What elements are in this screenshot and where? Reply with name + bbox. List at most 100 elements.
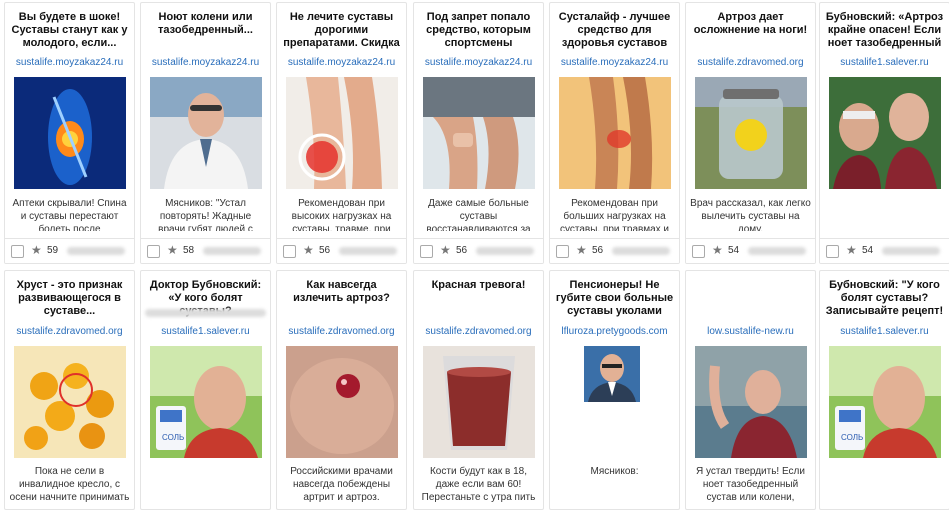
teaser-card[interactable]: Ноют колени или тазобедренный... sustali… — [140, 2, 271, 264]
teaser-card[interactable]: Сусталайф - лучшее средство для здоровья… — [549, 2, 680, 264]
teaser-card[interactable]: Вы будете в шоке! Суставы станут как у м… — [4, 2, 135, 264]
rating-value: 56 — [456, 245, 468, 256]
teaser-card[interactable]: Пенсионеры! Не губите свои больные суста… — [549, 270, 680, 510]
teaser-domain[interactable]: sustalife.moyzakaz24.ru — [143, 57, 268, 70]
select-checkbox[interactable] — [283, 245, 296, 258]
teaser-domain[interactable]: sustalife.zdravomed.org — [7, 326, 132, 339]
teaser-title[interactable]: Красная тревога! — [418, 279, 539, 319]
teaser-image[interactable] — [829, 77, 941, 189]
teaser-footer: ★ 54 — [686, 238, 815, 263]
teaser-title[interactable]: Сусталайф - лучшее средство для здоровья… — [554, 11, 675, 51]
teaser-card[interactable]: low.sustalife-new.ru Я устал твердить! Е… — [685, 270, 816, 510]
teaser-domain[interactable]: sustalife.zdravomed.org — [688, 57, 813, 70]
teaser-title[interactable]: Пенсионеры! Не губите свои больные суста… — [554, 279, 675, 319]
rating-value: 59 — [47, 245, 59, 256]
select-checkbox[interactable] — [826, 245, 839, 258]
teaser-title[interactable]: Артроз дает осложнение на ноги! — [690, 11, 811, 51]
teaser-image[interactable]: СОЛЬ — [829, 346, 941, 458]
teaser-image[interactable] — [584, 346, 640, 402]
teaser-title[interactable]: Хруст - это признак развивающегося в сус… — [9, 279, 130, 319]
star-icon: ★ — [440, 243, 451, 257]
teaser-domain[interactable]: low.sustalife-new.ru — [688, 326, 813, 339]
teaser-domain[interactable]: sustalife.moyzakaz24.ru — [552, 57, 677, 70]
teaser-image[interactable] — [695, 346, 807, 458]
teaser-title[interactable]: Под запрет попало средство, которым спор… — [418, 11, 539, 51]
teaser-description: Пока не сели в инвалидное кресло, с осен… — [9, 466, 130, 503]
teaser-domain[interactable]: sustalife.zdravomed.org — [416, 326, 541, 339]
teaser-domain[interactable]: sustalife.moyzakaz24.ru — [416, 57, 541, 70]
teaser-description: Мясников: — [590, 466, 639, 477]
blurred-text — [476, 247, 534, 255]
teaser-title[interactable] — [690, 279, 811, 319]
teaser-card[interactable]: Бубновский: «Артроз крайне опасен! Если … — [819, 2, 949, 264]
teaser-image[interactable] — [14, 77, 126, 189]
teaser-image[interactable] — [14, 346, 126, 458]
teaser-description: Врач рассказал, как легко вылечить суста… — [690, 198, 811, 231]
teaser-domain[interactable]: sustalife1.salever.ru — [822, 326, 947, 339]
teaser-card[interactable]: Артроз дает осложнение на ноги! sustalif… — [685, 2, 816, 264]
teaser-card[interactable]: Бубновский: "У кого болят суставы? Запис… — [819, 270, 949, 510]
teaser-image[interactable] — [695, 77, 807, 189]
teaser-domain[interactable]: sustalife.zdravomed.org — [279, 326, 404, 339]
select-checkbox[interactable] — [147, 245, 160, 258]
teaser-image[interactable] — [150, 77, 262, 189]
teaser-image[interactable] — [559, 77, 671, 189]
select-checkbox[interactable] — [11, 245, 24, 258]
teaser-image[interactable] — [286, 346, 398, 458]
star-icon: ★ — [576, 243, 587, 257]
blurred-text — [145, 309, 266, 317]
teaser-description: Даже самые больные суставы восстанавлива… — [426, 198, 531, 231]
teaser-title[interactable]: Бубновский: «Артроз крайне опасен! Если … — [824, 11, 945, 51]
teaser-description: Рекомендован при высоких нагрузках на су… — [291, 198, 392, 231]
teaser-description — [145, 465, 266, 509]
select-checkbox[interactable] — [692, 245, 705, 258]
teaser-title[interactable]: Не лечите суставы дорогими препаратами. … — [281, 11, 402, 51]
teaser-card[interactable]: Не лечите суставы дорогими препаратами. … — [276, 2, 407, 264]
select-checkbox[interactable] — [556, 245, 569, 258]
rating-value: 54 — [728, 245, 740, 256]
teaser-footer: ★ 56 — [277, 238, 406, 263]
rating-value: 56 — [319, 245, 331, 256]
teaser-domain[interactable]: sustalife.moyzakaz24.ru — [7, 57, 132, 70]
star-icon: ★ — [31, 243, 42, 257]
teaser-title[interactable]: Бубновский: "У кого болят суставы? Запис… — [824, 279, 945, 319]
teaser-domain[interactable]: sustalife1.salever.ru — [143, 326, 268, 339]
rating-value: 54 — [862, 245, 874, 256]
teaser-domain[interactable]: sustalife1.salever.ru — [822, 57, 947, 70]
star-icon: ★ — [712, 243, 723, 257]
teaser-image[interactable] — [423, 77, 535, 189]
teaser-footer: ★ 54 — [820, 238, 949, 263]
teaser-description: Кости будут как в 18, даже если вам 60! … — [421, 466, 536, 503]
teaser-footer: ★ 59 — [5, 238, 134, 263]
select-checkbox[interactable] — [420, 245, 433, 258]
teaser-title[interactable]: Ноют колени или тазобедренный... — [145, 11, 266, 51]
teaser-domain[interactable]: sustalife.moyzakaz24.ru — [279, 57, 404, 70]
teaser-description: Аптеки скрывали! Спина и суставы переста… — [12, 198, 127, 231]
teaser-image[interactable] — [423, 346, 535, 458]
svg-text:СОЛЬ: СОЛЬ — [162, 433, 184, 442]
teaser-domain[interactable]: lfluroza.pretygoods.com — [552, 326, 677, 339]
teaser-title[interactable]: Вы будете в шоке! Суставы станут как у м… — [9, 11, 130, 51]
teaser-description: Мясников: "Устал повторять! Жадные врачи… — [158, 198, 253, 231]
teaser-footer: ★ 56 — [414, 238, 543, 263]
teaser-card[interactable]: Как навсегда излечить артроз? sustalife.… — [276, 270, 407, 510]
rating-value: 58 — [183, 245, 195, 256]
teaser-card[interactable]: Доктор Бубновский: «У кого болят суставы… — [140, 270, 271, 510]
blurred-text — [882, 247, 940, 255]
teaser-description: Рекомендован при больших нагрузках на су… — [559, 198, 670, 231]
star-icon: ★ — [846, 243, 857, 257]
teaser-title[interactable]: Как навсегда излечить артроз? — [281, 279, 402, 319]
teaser-image[interactable] — [286, 77, 398, 189]
blurred-text — [748, 247, 806, 255]
blurred-text — [67, 247, 125, 255]
teaser-footer: ★ 58 — [141, 238, 270, 263]
teaser-description: Российскими врачами навсегда побеждены а… — [290, 466, 393, 503]
star-icon: ★ — [167, 243, 178, 257]
blurred-text — [339, 247, 397, 255]
teaser-description — [824, 197, 945, 231]
teaser-card[interactable]: Красная тревога! sustalife.zdravomed.org… — [413, 270, 544, 510]
teaser-card[interactable]: Под запрет попало средство, которым спор… — [413, 2, 544, 264]
teaser-footer: ★ 56 — [550, 238, 679, 263]
teaser-card[interactable]: Хруст - это признак развивающегося в сус… — [4, 270, 135, 510]
teaser-image[interactable]: СОЛЬ — [150, 346, 262, 458]
